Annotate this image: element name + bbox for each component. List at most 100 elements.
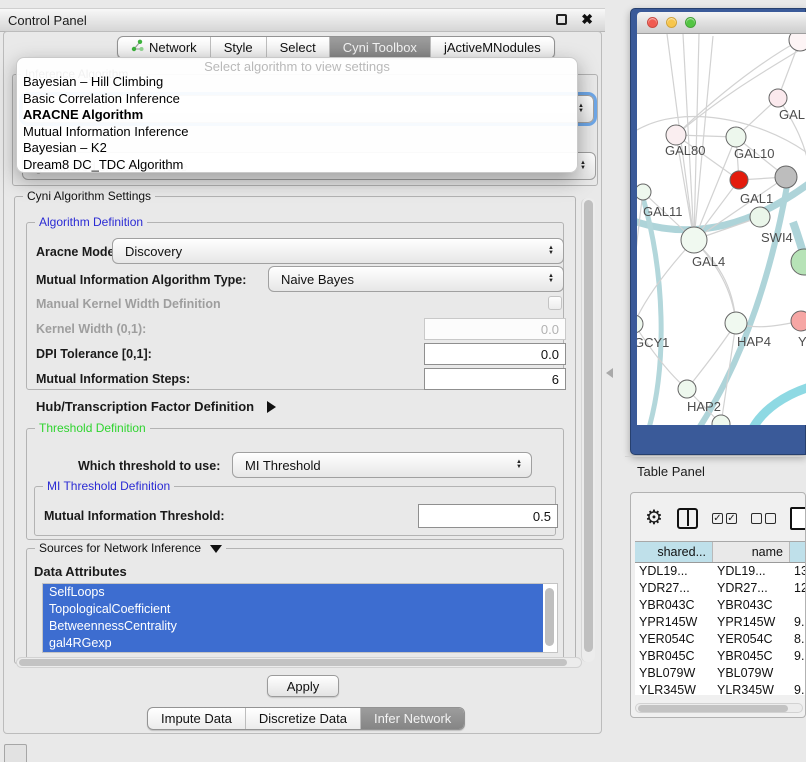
hub-definition-label: Hub/Transcription Factor Definition	[36, 399, 254, 414]
algorithm-option[interactable]: ARACNE Algorithm	[17, 107, 577, 124]
network-node-gal10[interactable]	[726, 127, 746, 147]
column-header-shared[interactable]: shared...	[635, 542, 713, 562]
close-window-icon[interactable]	[647, 17, 658, 28]
network-node[interactable]	[775, 166, 797, 188]
mi-threshold-value: 0.5	[533, 509, 551, 524]
panel-splitter-handle[interactable]	[606, 368, 613, 378]
dpi-tolerance-field[interactable]: 0.0	[424, 343, 566, 365]
columns-icon[interactable]	[677, 508, 698, 529]
network-window-titlebar[interactable]	[637, 12, 806, 34]
settings-vertical-scrollbar[interactable]	[581, 198, 595, 662]
table-row[interactable]: YBL079WYBL079W	[635, 665, 806, 682]
manual-kernel-label: Manual Kernel Width Definition	[36, 297, 221, 311]
attribute-item[interactable]: TopologicalCoefficient	[43, 601, 543, 618]
close-panel-icon[interactable]: ✖	[581, 11, 593, 28]
attribute-item[interactable]: SelfLoops	[43, 584, 543, 601]
manual-kernel-checkbox[interactable]	[548, 296, 562, 310]
tab-cyni-toolbox[interactable]: Cyni Toolbox	[329, 37, 430, 58]
network-node-hap2[interactable]	[678, 380, 696, 398]
mi-steps-field[interactable]: 6	[424, 368, 566, 390]
node-label: GAL10	[734, 146, 774, 161]
network-node-gal11[interactable]	[637, 184, 651, 200]
data-attributes-label: Data Attributes	[34, 564, 127, 579]
kernel-width-field: 0.0	[424, 318, 566, 340]
aracne-mode-combo[interactable]: Discovery ▲▼	[112, 238, 564, 264]
mi-steps-label: Mutual Information Steps:	[36, 372, 190, 386]
algorithm-option[interactable]: Dream8 DC_TDC Algorithm	[17, 157, 577, 174]
select-all-columns-icon[interactable]: ✓✓	[712, 513, 737, 524]
table-cell: YPR145W	[635, 614, 713, 631]
list-vertical-scrollbar[interactable]	[545, 588, 554, 646]
collapsed-panel-icon[interactable]	[4, 744, 27, 762]
tab-jactivemnodules[interactable]: jActiveMNodules	[430, 37, 554, 58]
tab-network[interactable]: Network	[118, 37, 210, 58]
network-node-hap4[interactable]	[725, 312, 747, 334]
stepper-arrows-icon: ▲▼	[580, 161, 586, 171]
table-panel-titlebar: Table Panel	[625, 456, 806, 486]
algorithm-option[interactable]: Mutual Information Inference	[17, 124, 577, 141]
algorithm-option[interactable]: Bayesian – Hill Climbing	[17, 74, 577, 91]
network-node-gal[interactable]	[769, 89, 787, 107]
algorithm-option[interactable]: Basic Correlation Inference	[17, 91, 577, 108]
network-node-gcy1[interactable]	[637, 315, 643, 333]
table-row[interactable]: YLR345WYLR345W9.	[635, 682, 806, 695]
table-row[interactable]: YPR145WYPR145W9.	[635, 614, 806, 631]
attribute-item[interactable]: gal4RGexp	[43, 635, 543, 652]
node-label: SWI4	[761, 230, 793, 245]
tab-label: Impute Data	[161, 708, 232, 729]
node-label: GCY1	[637, 335, 669, 350]
export-table-icon[interactable]	[790, 507, 806, 530]
mi-threshold-field[interactable]: 0.5	[418, 504, 558, 528]
table-row[interactable]: YBR043CYBR043C	[635, 597, 806, 614]
tab-discretize-data[interactable]: Discretize Data	[245, 708, 360, 729]
hub-definition-toggle[interactable]: Hub/Transcription Factor Definition	[36, 398, 276, 416]
network-node-gal4[interactable]	[681, 227, 707, 253]
tab-label: Style	[224, 37, 253, 58]
table-cell	[790, 597, 806, 614]
which-threshold-combo[interactable]: MI Threshold ▲▼	[232, 452, 532, 478]
tab-select[interactable]: Select	[266, 37, 329, 58]
threshold-definition-title: Threshold Definition	[35, 421, 150, 435]
table-toolbar: ⚙ ✓✓	[631, 499, 806, 537]
table-row[interactable]: YBR045CYBR045C9.	[635, 648, 806, 665]
tab-infer-network[interactable]: Infer Network	[360, 708, 464, 729]
float-panel-icon[interactable]	[556, 14, 567, 25]
deselect-all-columns-icon[interactable]	[751, 513, 776, 524]
table-row[interactable]: YDR27...YDR27...12	[635, 580, 806, 597]
cyni-algorithm-settings-title: Cyni Algorithm Settings	[23, 189, 155, 203]
network-node[interactable]	[791, 249, 806, 275]
network-canvas[interactable]: GALGAL80GAL10GAL1GAL11SWI4GAL4GCY1HAP4YH…	[637, 34, 806, 425]
column-header[interactable]	[790, 542, 806, 562]
mi-algorithm-type-combo[interactable]: Naive Bayes ▲▼	[268, 266, 564, 292]
node-table[interactable]: shared...name YDL19...YDL19...13YDR27...…	[635, 541, 806, 695]
network-node-gal80[interactable]	[666, 125, 686, 145]
algorithm-popup-hint: Select algorithm to view settings	[17, 59, 577, 74]
column-header-name[interactable]: name	[713, 542, 790, 562]
data-attributes-list[interactable]: SelfLoopsTopologicalCoefficientBetweenne…	[42, 583, 558, 653]
gear-icon[interactable]: ⚙	[645, 508, 663, 528]
settings-horizontal-scrollbar[interactable]	[16, 657, 582, 668]
table-row[interactable]: YER054CYER054C8.	[635, 631, 806, 648]
tab-style[interactable]: Style	[210, 37, 266, 58]
network-icon	[131, 37, 144, 58]
zoom-window-icon[interactable]	[685, 17, 696, 28]
minimize-window-icon[interactable]	[666, 17, 677, 28]
tab-label: Cyni Toolbox	[343, 37, 417, 58]
algorithm-option[interactable]: Bayesian – K2	[17, 140, 577, 157]
network-node-y[interactable]	[791, 311, 806, 331]
mi-algorithm-type-label: Mutual Information Algorithm Type:	[36, 273, 246, 287]
attribute-item[interactable]: BetweennessCentrality	[43, 618, 543, 635]
apply-button[interactable]: Apply	[267, 675, 339, 697]
table-row[interactable]: YDL19...YDL19...13	[635, 563, 806, 580]
network-node-swi4[interactable]	[750, 207, 770, 227]
sources-title-row[interactable]: Sources for Network Inference	[35, 541, 226, 555]
network-node[interactable]	[712, 415, 730, 425]
network-node-gal1[interactable]	[730, 171, 748, 189]
tab-impute-data[interactable]: Impute Data	[148, 708, 245, 729]
network-node[interactable]	[789, 34, 806, 51]
dpi-tolerance-value: 0.0	[541, 347, 559, 362]
table-cell: YBR045C	[635, 648, 713, 665]
screen: Control Panel ✖ NetworkStyleSelectCyni T…	[0, 0, 806, 762]
table-horizontal-scrollbar[interactable]	[635, 703, 803, 713]
node-label: GAL4	[692, 254, 725, 269]
